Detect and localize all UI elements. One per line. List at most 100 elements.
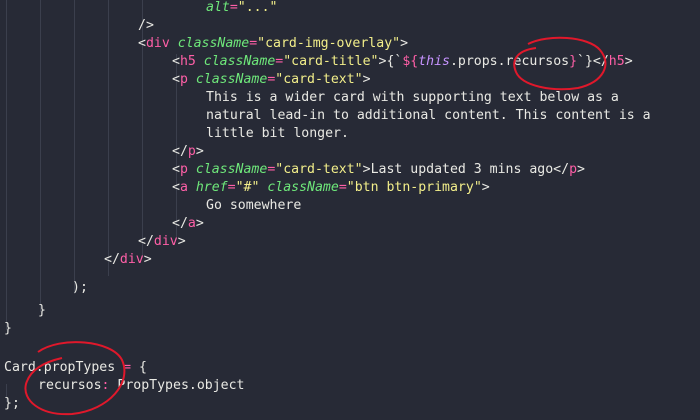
code-line: ); xyxy=(72,279,88,297)
code-line: <p className="card-text"> xyxy=(172,71,371,89)
code-token: > xyxy=(577,162,585,177)
code-token: natural lead-in to additional content. T… xyxy=(206,108,651,123)
code-line: Go somewhere xyxy=(206,197,301,215)
code-line: Card.propTypes = { xyxy=(4,359,147,377)
code-line: alt="..." xyxy=(206,0,277,17)
code-token: .propTypes xyxy=(35,360,124,375)
code-token: className xyxy=(267,180,339,195)
code-token: alt xyxy=(206,0,230,15)
code-token: `}</ xyxy=(577,54,609,69)
code-token: className xyxy=(195,72,268,87)
code-token: "#" xyxy=(235,180,260,195)
code-token: This is a wider card with supporting tex… xyxy=(206,90,619,105)
indent-guide xyxy=(108,0,109,276)
code-token: href xyxy=(195,180,228,195)
code-token: className xyxy=(177,36,250,51)
code-token: div xyxy=(145,36,170,51)
code-token: h5 xyxy=(179,54,196,69)
code-token: a xyxy=(187,216,196,231)
code-line: /> xyxy=(138,17,154,35)
code-token: this xyxy=(418,54,450,69)
code-token: "card-text" xyxy=(275,72,363,87)
code-token: ${ xyxy=(402,54,419,69)
code-token: "card-img-overlay" xyxy=(257,36,401,51)
code-line: <a href="#" className="btn btn-primary"> xyxy=(172,179,490,197)
code-token: "..." xyxy=(237,0,278,15)
code-line: </div> xyxy=(138,233,186,251)
indent-guide xyxy=(40,0,41,312)
code-token: > xyxy=(177,234,186,249)
code-editor[interactable]: alt="..."/> <div className="card-img-over… xyxy=(0,0,700,420)
code-line: little bit longer. xyxy=(206,125,349,143)
code-token: "card-title" xyxy=(283,54,379,69)
code-token: p xyxy=(569,162,578,177)
code-token: > xyxy=(624,54,633,69)
code-line: This is a wider card with supporting tex… xyxy=(206,89,619,107)
code-token: = xyxy=(229,0,238,15)
code-token: = xyxy=(338,180,347,195)
code-token: a xyxy=(179,180,188,195)
code-token: "card-text" xyxy=(275,162,363,177)
code-token: > xyxy=(362,72,371,87)
code-token: < xyxy=(172,162,180,177)
code-token: > xyxy=(143,252,152,267)
code-line: natural lead-in to additional content. T… xyxy=(206,107,651,125)
code-line: } xyxy=(4,320,12,338)
code-token: p xyxy=(187,144,196,159)
code-token: div xyxy=(119,252,144,267)
code-token: PropTypes.object xyxy=(109,378,245,393)
code-token: /> xyxy=(138,18,154,33)
code-token: little bit longer. xyxy=(206,126,349,141)
code-token: < xyxy=(172,54,180,69)
code-token: > xyxy=(195,144,204,159)
code-line: </p> xyxy=(172,143,204,161)
code-token: className xyxy=(203,54,276,69)
code-token: p xyxy=(179,162,188,177)
code-token: h5 xyxy=(608,54,625,69)
code-token: } xyxy=(38,303,46,318)
code-token: { xyxy=(131,360,147,375)
code-token: = xyxy=(227,180,236,195)
code-token: </ xyxy=(172,144,188,159)
code-token: >{` xyxy=(378,54,403,69)
code-token: ); xyxy=(72,280,88,295)
code-token: div xyxy=(153,234,178,249)
code-token: "btn btn-primary" xyxy=(346,180,482,195)
code-token: Go somewhere xyxy=(206,198,302,213)
code-token: > xyxy=(195,216,204,231)
code-line: <p className="card-text">Last updated 3 … xyxy=(172,161,585,179)
indent-guide xyxy=(74,0,75,294)
code-token: .props.recursos xyxy=(449,54,570,69)
code-token: </ xyxy=(138,234,154,249)
code-token: > xyxy=(400,36,409,51)
indent-guide xyxy=(6,0,7,330)
code-line: </a> xyxy=(172,215,204,233)
code-line: <h5 className="card-title">{`${this.prop… xyxy=(172,53,633,71)
code-line: } xyxy=(38,302,46,320)
code-token: < xyxy=(172,72,180,87)
code-token: > xyxy=(481,180,490,195)
code-token: = xyxy=(123,360,132,375)
code-line: </div> xyxy=(104,251,152,269)
code-line: }; xyxy=(4,395,20,413)
code-token: = xyxy=(249,36,258,51)
code-token: } xyxy=(4,321,12,336)
code-token: p xyxy=(179,72,188,87)
code-token: < xyxy=(138,36,146,51)
code-token: Card xyxy=(4,360,36,375)
code-token: className xyxy=(195,162,268,177)
code-token: </ xyxy=(104,252,120,267)
code-token: }; xyxy=(4,396,20,411)
code-token: </ xyxy=(172,216,188,231)
code-token: recursos xyxy=(38,378,102,393)
code-line: <div className="card-img-overlay"> xyxy=(138,35,408,53)
code-token: } xyxy=(569,54,578,69)
code-token: >Last updated 3 mins ago</ xyxy=(362,162,570,177)
code-line: recursos: PropTypes.object xyxy=(38,377,244,395)
code-token: < xyxy=(172,180,180,195)
